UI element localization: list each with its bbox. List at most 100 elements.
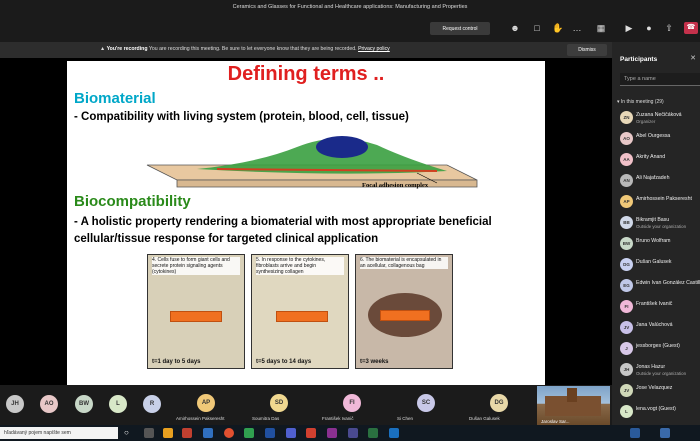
participant-tile-avatar[interactable]: FI: [343, 394, 361, 412]
participant-row[interactable]: AO Abel Ourgessa: [620, 131, 700, 149]
panel-text: 5. In response to the cytokines, fibrobl…: [256, 257, 344, 275]
participant-row[interactable]: JV Jose Velazquez: [620, 383, 700, 401]
browser-icon[interactable]: [224, 428, 234, 438]
participant-row[interactable]: BW Bruno Wolfram: [620, 236, 700, 254]
participant-tile-avatar[interactable]: SD: [270, 394, 288, 412]
panel-time: t=3 weeks: [360, 359, 389, 365]
participant-name: František Ivanič: [636, 301, 673, 307]
recording-message: ▲ You're recording You are recording thi…: [100, 46, 390, 52]
participant-row[interactable]: FI František Ivanič: [620, 299, 700, 317]
participant-tile-name: Soumitra Das: [252, 416, 280, 421]
participant-row[interactable]: JV Jana Valúchová: [620, 320, 700, 338]
app-icon[interactable]: [348, 428, 358, 438]
camera-off-icon[interactable]: ▶: [624, 23, 634, 33]
avatar[interactable]: R: [143, 395, 161, 413]
participant-name: Bikramjit Basu: [636, 217, 670, 223]
avatar[interactable]: BW: [75, 395, 93, 413]
participant-name: Jana Valúchová: [636, 322, 673, 328]
implant-shape: [170, 311, 222, 322]
avatar[interactable]: AO: [40, 395, 58, 413]
participant-name: Akrity Anand: [636, 154, 666, 160]
app-icon[interactable]: [182, 428, 192, 438]
participant-name: jessborges (Guest): [636, 343, 680, 349]
participant-row[interactable]: AN Ali Najafzadeh: [620, 173, 700, 191]
biocompatibility-definition: - A holistic property rendering a biomat…: [74, 216, 492, 245]
panel-encapsulation: 6. The biomaterial is encapsulated in an…: [355, 254, 453, 369]
participant-row[interactable]: BB Bikramjit Basu Outside your organizatio…: [620, 215, 700, 233]
notification-icon[interactable]: [630, 428, 640, 438]
participant-tile-avatar[interactable]: DG: [490, 394, 508, 412]
focal-adhesion-figure: [146, 136, 478, 188]
avatar: EG: [620, 279, 633, 292]
search-icon[interactable]: ○: [124, 428, 134, 438]
panel-cytokines: 4. Cells fuse to form giant cells and se…: [147, 254, 245, 369]
participant-row[interactable]: EG Edwin Ivan González Castillo: [620, 278, 700, 296]
excel-icon[interactable]: [368, 428, 378, 438]
participant-subtitle: Outside your organization: [636, 371, 687, 376]
avatar: AP: [620, 195, 633, 208]
record-icon: ▲: [100, 46, 106, 52]
participant-row[interactable]: Llena.vogt (Guest): [620, 404, 700, 422]
participant-tile-avatar[interactable]: SC: [417, 394, 435, 412]
panel-text: 4. Cells fuse to form giant cells and se…: [152, 257, 240, 275]
participant-row[interactable]: AA Akrity Anand: [620, 152, 700, 170]
participant-row[interactable]: ZN Zuzana Nečičáková Organizer: [620, 110, 700, 128]
panel-fibroblasts: 5. In response to the cytokines, fibrobl…: [251, 254, 349, 369]
file-explorer-icon[interactable]: [163, 428, 173, 438]
meeting-toolbar: Request control ☻ □ ✋ … ▦ ▶ ● ⇧ ☎: [0, 14, 700, 42]
participant-name: Abel Ourgessa: [636, 133, 671, 139]
participant-name: Jonas Hazur: [636, 364, 666, 370]
outlook-icon[interactable]: [389, 428, 399, 438]
powerpoint-icon[interactable]: [306, 428, 316, 438]
share-screen-icon[interactable]: ⇧: [664, 23, 674, 33]
recording-label: You're recording: [106, 46, 148, 52]
panel-title: Participants: [620, 56, 658, 63]
app-icon[interactable]: [244, 428, 254, 438]
participant-row[interactable]: AP Amirhossein Pakseresht: [620, 194, 700, 212]
word-icon[interactable]: [265, 428, 275, 438]
participant-name: Ali Najafzadeh: [636, 175, 670, 181]
task-view-icon[interactable]: [144, 428, 154, 438]
microphone-off-icon[interactable]: ●: [644, 23, 654, 33]
request-control-button[interactable]: Request control: [430, 22, 490, 35]
participant-tile-name: Amirhossein Pakseresht: [176, 416, 225, 421]
participant-search-input[interactable]: Type a name: [620, 73, 700, 86]
more-options-icon[interactable]: …: [572, 23, 582, 33]
taskbar-search-input[interactable]: hľadávaný pojem napíšte sem: [0, 427, 118, 439]
panel-text: 6. The biomaterial is encapsulated in an…: [360, 257, 448, 269]
dismiss-button[interactable]: Dismiss: [567, 44, 607, 56]
raise-hand-icon[interactable]: ✋: [552, 23, 563, 33]
participant-name: lena.vogt (Guest): [636, 406, 676, 412]
slide-title: Defining terms ..: [227, 63, 385, 85]
participant-name: Bruno Wolfram: [636, 238, 671, 244]
chat-icon[interactable]: □: [532, 23, 542, 33]
participant-row[interactable]: DG Dušan Galusek: [620, 257, 700, 275]
video-feed-name: Jaroslav Sar...: [541, 419, 570, 424]
teams-icon[interactable]: [286, 428, 296, 438]
participant-row[interactable]: JH Jonas Hazur Outside your organization: [620, 362, 700, 380]
hang-up-button[interactable]: ☎: [684, 22, 698, 34]
privacy-policy-link[interactable]: Privacy policy: [358, 46, 390, 52]
participant-tile-avatar[interactable]: AP: [197, 394, 215, 412]
app-icon[interactable]: [327, 428, 337, 438]
participant-tile-name: František Ivanič: [322, 416, 354, 421]
video-feed-tile[interactable]: Jaroslav Sar...: [537, 386, 610, 425]
panel-time: t=1 day to 5 days: [152, 359, 201, 365]
app-icon[interactable]: [203, 428, 213, 438]
heading-biomaterial: Biomaterial: [74, 90, 156, 107]
in-meeting-group-header[interactable]: ▾ In this meeting (29): [617, 99, 664, 105]
avatar: J: [620, 342, 633, 355]
avatar: L: [620, 405, 633, 418]
recording-banner: ▲ You're recording You are recording thi…: [0, 42, 612, 58]
participant-row[interactable]: Jjessborges (Guest): [620, 341, 700, 359]
implant-shape: [276, 311, 328, 322]
avatar: DG: [620, 258, 633, 271]
tray-icon[interactable]: [660, 428, 670, 438]
close-icon[interactable]: ✕: [690, 54, 696, 62]
leave-rooms-icon[interactable]: ▦: [596, 23, 606, 33]
people-icon[interactable]: ☻: [510, 23, 520, 33]
avatar[interactable]: JH: [6, 395, 24, 413]
avatar[interactable]: L: [109, 395, 127, 413]
participant-subtitle: Organizer: [636, 119, 656, 124]
participant-tile-name: Dušan Galusek: [469, 416, 500, 421]
